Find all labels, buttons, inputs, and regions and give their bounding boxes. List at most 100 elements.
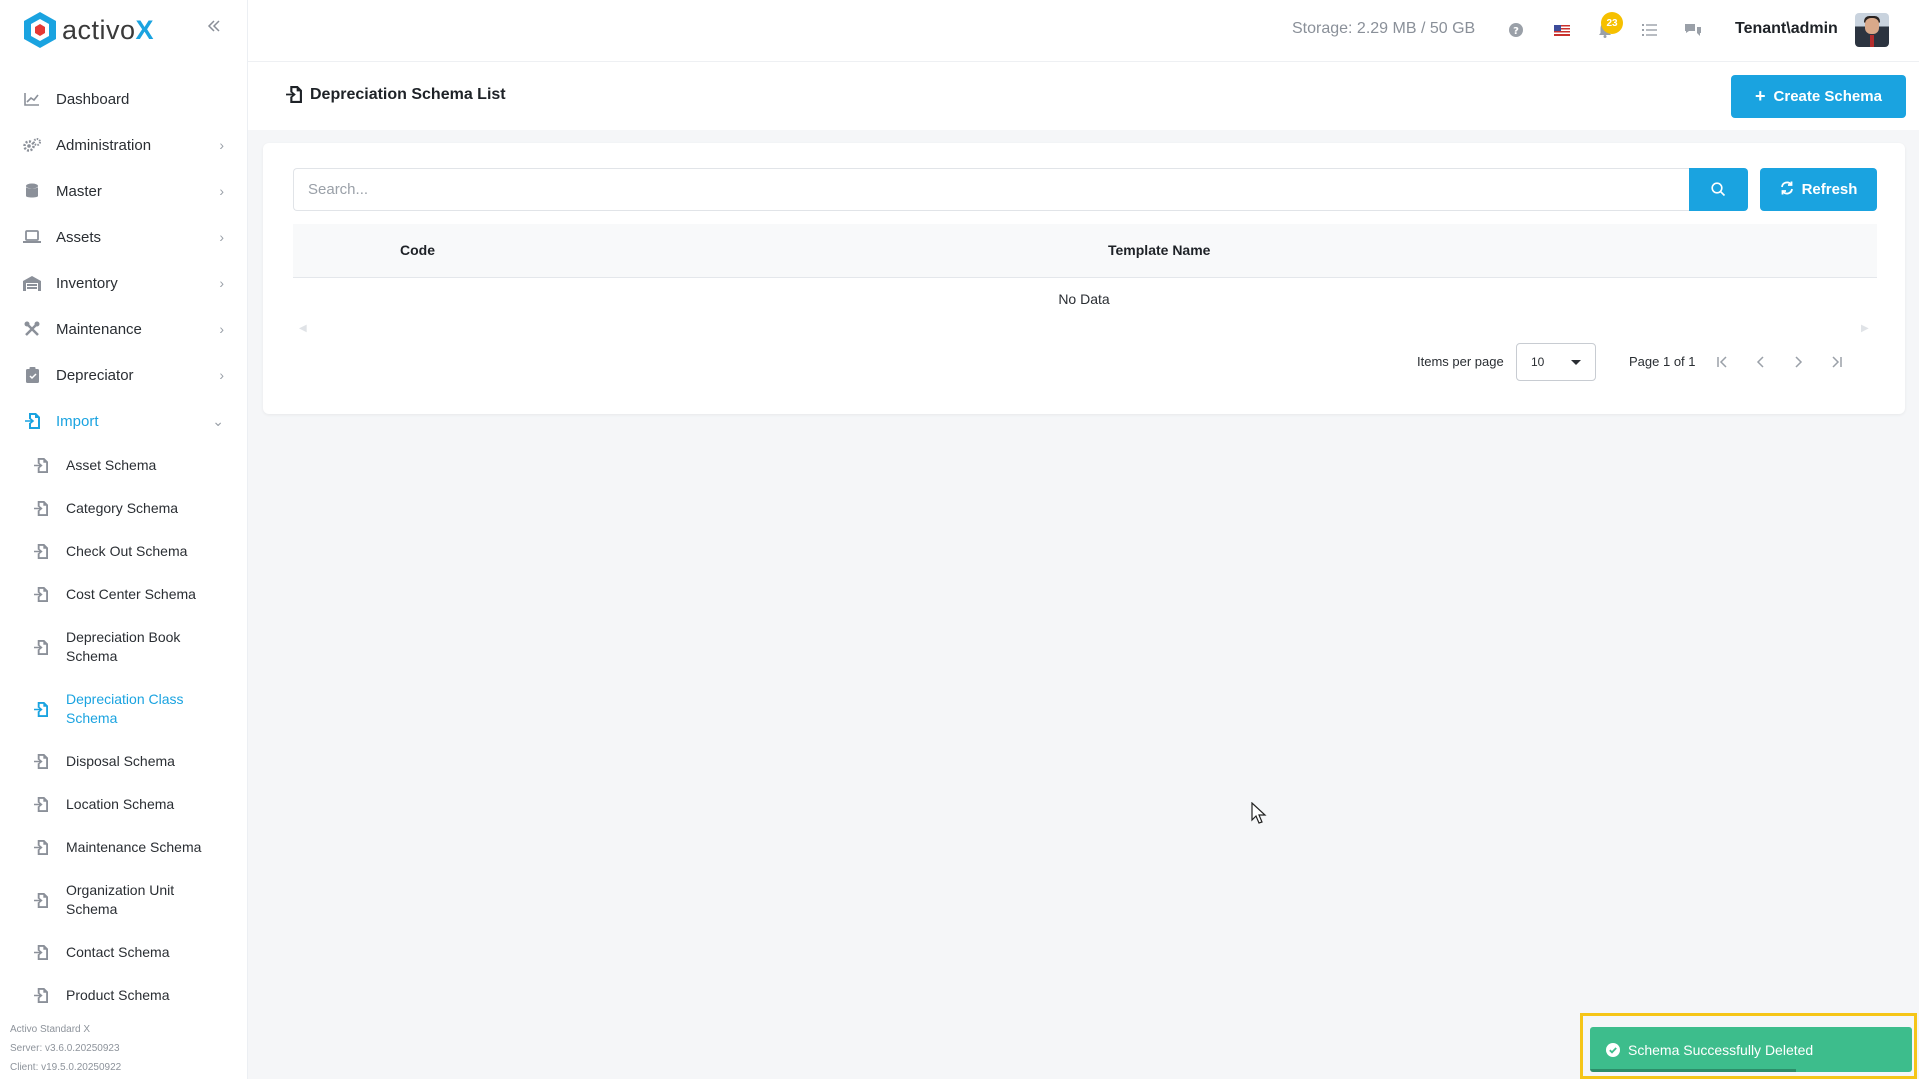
user-name[interactable]: Tenant\admin <box>1735 20 1838 38</box>
sidebar-item-label: Master <box>56 182 102 200</box>
sidebar-item-label: Import <box>56 412 99 430</box>
toast-message: Schema Successfully Deleted <box>1628 1041 1814 1058</box>
avatar[interactable] <box>1855 13 1889 47</box>
sidebar-item-label: Maintenance <box>56 320 142 338</box>
schema-list-card: Refresh Code Template Name No Data ◀ ▶ I… <box>263 143 1905 414</box>
scroll-right-icon[interactable]: ▶ <box>1861 323 1869 334</box>
page-title: Depreciation Schema List <box>286 86 506 104</box>
refresh-label: Refresh <box>1801 181 1858 198</box>
sidebar-item-maintenance[interactable]: Maintenance › <box>0 306 248 352</box>
import-file-icon <box>32 987 50 1005</box>
subnav-item-cost-center-schema[interactable]: Cost Center Schema <box>0 573 248 616</box>
version-info: Activo Standard X Server: v3.6.0.2025092… <box>10 1020 121 1077</box>
brand-logo[interactable]: activoX <box>22 10 154 50</box>
sidebar-item-label: Administration <box>56 136 152 154</box>
previous-page-button[interactable] <box>1747 348 1775 376</box>
page-header: Depreciation Schema List + Create Schema <box>248 62 1919 130</box>
import-file-icon <box>32 586 50 604</box>
subnav-item-depreciation-class-schema[interactable]: Depreciation Class Schema <box>0 678 248 740</box>
subnav-item-label: Depreciation Book Schema <box>66 629 181 664</box>
chevron-right-icon: › <box>219 367 224 383</box>
subnav-item-label: Product Schema <box>66 987 170 1003</box>
subnav-item-label: Contact Schema <box>66 944 170 960</box>
client-version: Client: v19.5.0.20250922 <box>10 1062 122 1073</box>
import-file-icon <box>32 457 50 475</box>
storage-usage: Storage: 2.29 MB / 50 GB <box>1292 20 1476 37</box>
caret-down-icon <box>1571 360 1581 365</box>
table-header: Code Template Name <box>293 224 1877 278</box>
sidebar-nav: Dashboard Administration › Master › Asse… <box>0 76 248 1017</box>
subnav-item-label: Location Schema <box>66 796 175 812</box>
import-file-icon <box>32 891 50 909</box>
help-icon[interactable]: ? <box>1504 18 1528 42</box>
subnav-item-label: Depreciation Class Schema <box>66 691 184 726</box>
chevron-right-icon: › <box>219 183 224 199</box>
column-header-code[interactable]: Code <box>400 242 435 258</box>
check-circle-icon <box>1606 1042 1620 1057</box>
sidebar-item-administration[interactable]: Administration › <box>0 122 248 168</box>
import-file-icon <box>32 944 50 962</box>
import-file-icon <box>32 543 50 561</box>
import-file-icon <box>32 839 50 857</box>
sidebar-item-label: Assets <box>56 228 102 246</box>
subnav-item-depreciation-book-schema[interactable]: Depreciation Book Schema <box>0 616 248 678</box>
sidebar-item-master[interactable]: Master › <box>0 168 248 214</box>
items-per-page-value: 10 <box>1531 355 1545 369</box>
laptop-icon <box>22 227 42 247</box>
flag-us-icon[interactable] <box>1550 18 1574 42</box>
subnav-item-asset-schema[interactable]: Asset Schema <box>0 444 248 487</box>
sidebar-item-depreciator[interactable]: Depreciator › <box>0 352 248 398</box>
subnav-item-category-schema[interactable]: Category Schema <box>0 487 248 530</box>
create-schema-label: Create Schema <box>1773 88 1882 105</box>
subnav-item-label: Maintenance Schema <box>66 839 202 855</box>
subnav-item-location-schema[interactable]: Location Schema <box>0 783 248 826</box>
subnav-item-label: Cost Center Schema <box>66 586 196 602</box>
create-schema-button[interactable]: + Create Schema <box>1731 75 1906 118</box>
sidebar-item-inventory[interactable]: Inventory › <box>0 260 248 306</box>
items-per-page-select[interactable]: 10 <box>1516 343 1596 381</box>
refresh-button[interactable]: Refresh <box>1760 168 1877 211</box>
subnav-item-product-schema[interactable]: Product Schema <box>0 974 248 1017</box>
subnav-item-organization-unit-schema[interactable]: Organization Unit Schema <box>0 869 248 931</box>
subnav-item-contact-schema[interactable]: Contact Schema <box>0 931 248 974</box>
sidebar-item-assets[interactable]: Assets › <box>0 214 248 260</box>
import-file-icon <box>32 638 50 656</box>
tasks-icon[interactable] <box>1637 18 1661 42</box>
search-input[interactable] <box>293 168 1689 211</box>
svg-text:?: ? <box>1513 26 1519 37</box>
import-file-icon <box>286 86 304 104</box>
last-page-button[interactable] <box>1822 348 1850 376</box>
first-page-icon <box>1717 356 1727 368</box>
sidebar-item-dashboard[interactable]: Dashboard <box>0 76 248 122</box>
next-page-button[interactable] <box>1784 348 1812 376</box>
collapse-sidebar-icon[interactable] <box>204 16 224 36</box>
scroll-left-icon[interactable]: ◀ <box>299 323 307 334</box>
chevron-right-icon <box>1795 356 1803 368</box>
success-toast[interactable]: Schema Successfully Deleted <box>1590 1027 1912 1072</box>
warehouse-icon <box>22 273 42 293</box>
subnav-item-check-out-schema[interactable]: Check Out Schema <box>0 530 248 573</box>
column-header-template-name[interactable]: Template Name <box>1108 242 1210 258</box>
edition-text: Activo Standard X <box>10 1024 91 1035</box>
import-icon <box>22 411 42 431</box>
sidebar-item-label: Dashboard <box>56 90 130 108</box>
items-per-page-label: Items per page <box>1417 354 1504 369</box>
import-file-icon <box>32 500 50 518</box>
mouse-cursor-icon <box>1251 802 1267 824</box>
page-title-text: Depreciation Schema List <box>310 86 506 103</box>
chart-line-icon <box>22 89 42 109</box>
chevron-right-icon: › <box>219 229 224 245</box>
chat-icon[interactable] <box>1681 18 1705 42</box>
page-info: Page 1 of 1 <box>1629 354 1696 369</box>
subnav-item-maintenance-schema[interactable]: Maintenance Schema <box>0 826 248 869</box>
chevron-right-icon: › <box>219 321 224 337</box>
first-page-button[interactable] <box>1709 348 1737 376</box>
brand-name: activoX <box>62 14 155 45</box>
subnav-item-disposal-schema[interactable]: Disposal Schema <box>0 740 248 783</box>
last-page-icon <box>1832 356 1842 368</box>
chevron-right-icon: › <box>219 275 224 291</box>
server-version: Server: v3.6.0.20250923 <box>10 1043 120 1054</box>
sidebar-item-import[interactable]: Import ⌄ <box>0 398 248 444</box>
tools-icon <box>22 319 42 339</box>
search-button[interactable] <box>1689 168 1748 211</box>
